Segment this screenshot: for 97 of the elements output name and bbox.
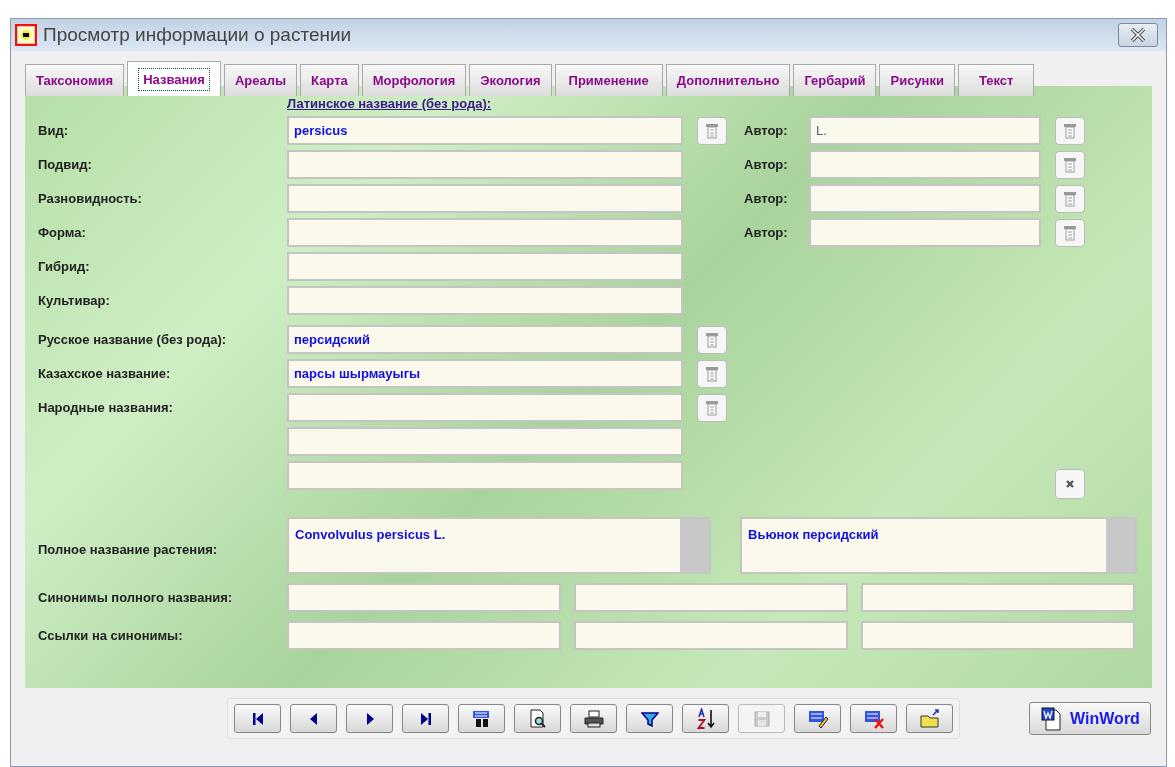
field-label: Русское название (без рода): — [38, 332, 228, 347]
filter-button[interactable] — [626, 704, 673, 733]
close-icon — [1065, 479, 1075, 489]
section-heading[interactable]: Латинское название (без рода): — [287, 96, 683, 111]
first-button[interactable] — [234, 704, 281, 733]
print-button[interactable] — [570, 704, 617, 733]
input-field[interactable] — [574, 621, 848, 650]
lookup-button[interactable] — [697, 325, 727, 354]
field-label: Синонимы полного названия: — [38, 590, 234, 605]
input-field[interactable] — [287, 461, 683, 490]
winword-button[interactable]: WinWord — [1029, 702, 1151, 735]
field-label: Форма: — [38, 225, 87, 240]
tab[interactable]: Экология — [469, 64, 552, 96]
list-icon — [1063, 224, 1077, 241]
tab[interactable]: Таксономия — [25, 64, 125, 96]
lookup-button[interactable] — [1055, 184, 1085, 213]
list-icon — [705, 122, 719, 139]
input-field[interactable] — [287, 583, 561, 612]
tab[interactable]: Названия — [127, 61, 221, 96]
tab[interactable]: Морфология — [361, 64, 467, 96]
input-field[interactable]: L. — [809, 116, 1041, 145]
list-icon — [1063, 190, 1077, 207]
funnel-icon — [640, 710, 659, 727]
lookup-button[interactable] — [1055, 116, 1085, 145]
input-field[interactable] — [287, 150, 683, 179]
input-field[interactable] — [287, 427, 683, 456]
input-field[interactable] — [809, 150, 1041, 179]
input-field[interactable] — [287, 252, 683, 281]
pencil-icon — [806, 708, 829, 729]
tab[interactable]: Рисунки — [879, 64, 955, 96]
scrollbar[interactable] — [1106, 519, 1135, 572]
tab[interactable]: Дополнительно — [665, 64, 791, 96]
field-label: Гибрид: — [38, 259, 91, 274]
next-button[interactable] — [346, 704, 393, 733]
input-field[interactable] — [287, 218, 683, 247]
printer-icon — [582, 709, 605, 728]
preview-button[interactable] — [514, 704, 561, 733]
find-button[interactable] — [458, 704, 505, 733]
close-icon — [1130, 28, 1146, 42]
list-icon — [1063, 122, 1077, 139]
list-icon — [705, 399, 719, 416]
input-field[interactable] — [287, 621, 561, 650]
text-area[interactable]: Convolvulus persicus L. — [287, 517, 711, 574]
input-field[interactable] — [861, 583, 1135, 612]
window-title: Просмотр информации о растении — [43, 24, 353, 46]
magnifier-page-icon — [527, 708, 548, 729]
close-button[interactable] — [1118, 23, 1158, 47]
list-icon — [1063, 156, 1077, 173]
input-field[interactable] — [809, 184, 1041, 213]
scrollbar[interactable] — [680, 519, 709, 572]
last-button[interactable] — [402, 704, 449, 733]
field-label: Полное название растения: — [38, 542, 219, 557]
field-label: Автор: — [744, 225, 788, 240]
field-label: Ссылки на синонимы: — [38, 628, 184, 643]
edit-button[interactable] — [794, 704, 841, 733]
input-field[interactable]: персидский — [287, 325, 683, 354]
field-label: Разновидность: — [38, 191, 143, 206]
field-label: Автор: — [744, 123, 788, 138]
field-label: Подвид: — [38, 157, 93, 172]
field-label: Вид: — [38, 123, 69, 138]
lookup-button[interactable] — [697, 116, 727, 145]
document-icon — [1040, 706, 1063, 731]
app-icon — [15, 24, 37, 46]
field-label: Народные названия: — [38, 400, 174, 415]
list-icon — [705, 331, 719, 348]
delete-icon — [862, 708, 885, 729]
lookup-button[interactable] — [1055, 150, 1085, 179]
input-field[interactable]: persicus — [287, 116, 683, 145]
folder-icon — [918, 708, 941, 729]
prev-button[interactable] — [290, 704, 337, 733]
input-field[interactable] — [287, 286, 683, 315]
lookup-button[interactable] — [697, 393, 727, 422]
input-field[interactable] — [287, 184, 683, 213]
field-label: Казахское название: — [38, 366, 172, 381]
tab[interactable]: Карта — [300, 64, 359, 96]
text-area[interactable]: Вьюнок персидский — [740, 517, 1137, 574]
input-field[interactable] — [809, 218, 1041, 247]
field-label: Автор: — [744, 157, 788, 172]
export-button[interactable] — [906, 704, 953, 733]
sort-icon — [695, 707, 716, 730]
delete-button[interactable] — [850, 704, 897, 733]
field-label: Автор: — [744, 191, 788, 206]
tab[interactable]: Применение — [554, 64, 663, 96]
lookup-button[interactable] — [1055, 218, 1085, 247]
field-label: Культивар: — [38, 293, 111, 308]
lookup-button[interactable] — [697, 359, 727, 388]
tab[interactable]: Гербарий — [793, 64, 877, 96]
tab[interactable]: Текст — [957, 64, 1035, 96]
list-icon — [705, 365, 719, 382]
input-field[interactable] — [287, 393, 683, 422]
floppy-icon — [752, 709, 771, 728]
input-field[interactable]: парсы шырмауыгы — [287, 359, 683, 388]
input-field[interactable] — [574, 583, 848, 612]
clear-button[interactable] — [1055, 469, 1085, 499]
sort-button[interactable] — [682, 704, 729, 733]
input-field[interactable] — [861, 621, 1135, 650]
tab[interactable]: Ареалы — [223, 64, 298, 96]
